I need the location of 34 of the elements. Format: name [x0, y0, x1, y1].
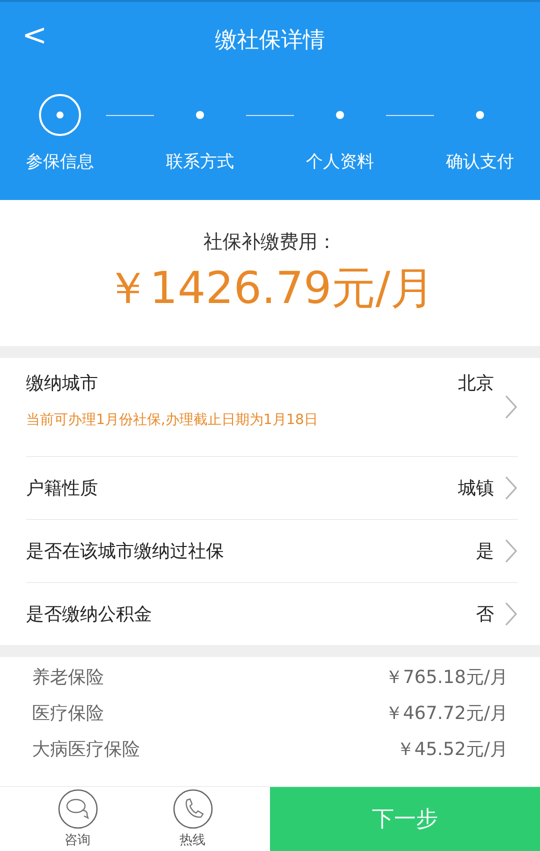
setting-row[interactable]: 是否在该城市缴纳过社保 是	[26, 520, 518, 583]
step-label: 参保信息	[26, 151, 94, 173]
chat-bubbles-icon	[58, 789, 98, 829]
chevron-right-icon	[504, 394, 518, 420]
setting-value: 北京	[458, 372, 494, 395]
setting-row[interactable]: 户籍性质 城镇	[26, 457, 518, 520]
setting-label: 是否缴纳公积金	[26, 603, 152, 626]
step-label: 联系方式	[166, 151, 234, 173]
setting-row[interactable]: 缴纳城市 北京 当前可办理1月份社保,办理截止日期为1月18日	[26, 358, 518, 457]
chevron-right-icon	[504, 475, 518, 501]
chevron-right-icon	[504, 538, 518, 564]
insurance-name: 大病医疗保险	[32, 738, 140, 761]
fee-amount: ￥1426.79元/月	[106, 262, 434, 316]
insurance-amount: ￥765.18元/月	[384, 666, 508, 689]
phone-icon	[172, 789, 212, 829]
setting-value: 城镇	[458, 477, 494, 500]
insurance-amount: ￥45.52元/月	[396, 738, 508, 761]
setting-value: 否	[476, 603, 494, 626]
setting-row[interactable]: 是否缴纳公积金 否	[26, 583, 518, 645]
setting-label: 缴纳城市	[26, 372, 98, 395]
step-label: 个人资料	[306, 151, 374, 173]
insurance-name: 养老保险	[32, 666, 104, 689]
setting-value: 是	[476, 540, 494, 563]
setting-label: 户籍性质	[26, 477, 98, 500]
consult-button[interactable]: 咨询	[58, 787, 98, 851]
insurance-name: 医疗保险	[32, 702, 104, 725]
hotline-button[interactable]: 热线	[172, 787, 212, 851]
insurance-amount: ￥467.72元/月	[384, 702, 508, 725]
page-title: 缴社保详情	[215, 27, 325, 55]
setting-label: 是否在该城市缴纳过社保	[26, 540, 224, 563]
chevron-right-icon	[504, 601, 518, 627]
fee-label: 社保补缴费用：	[204, 230, 336, 254]
step-label: 确认支付	[446, 151, 514, 173]
deadline-note: 当前可办理1月份社保,办理截止日期为1月18日	[26, 411, 320, 429]
